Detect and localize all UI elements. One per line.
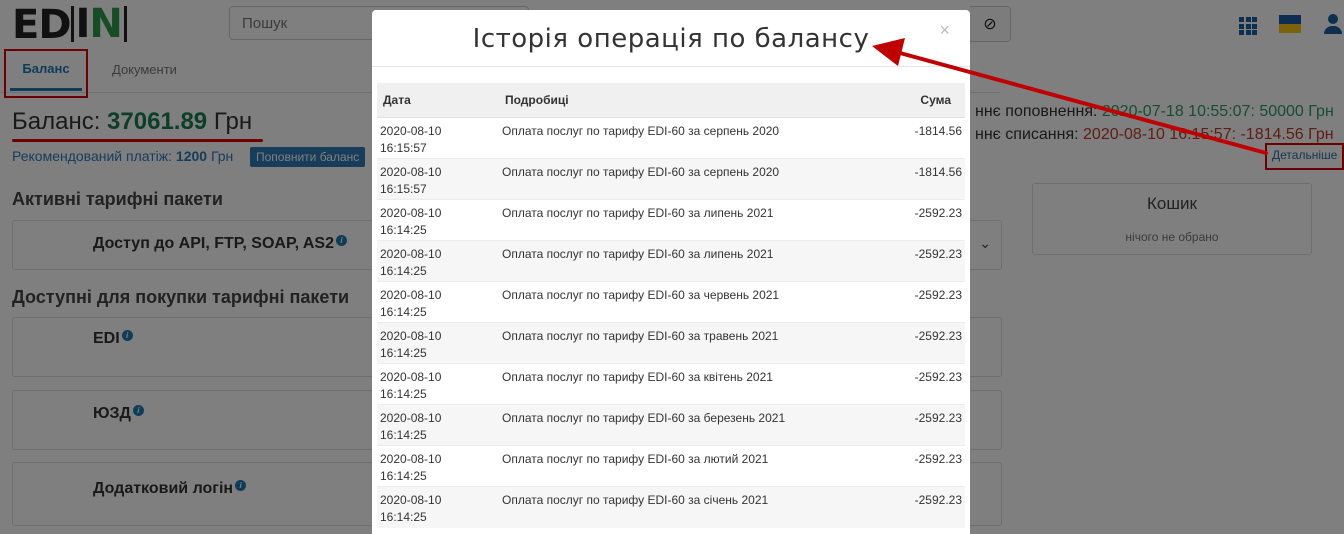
cell-sum: -1814.56 xyxy=(905,158,965,200)
cell-date-time: 16:15:57 xyxy=(380,141,427,155)
column-header-details: Подробиці xyxy=(499,83,905,118)
cell-date-day: 2020-08-10 xyxy=(380,370,442,384)
cell-date: 2020-08-10 16:14:25 xyxy=(377,199,499,241)
cell-sum: -1814.56 xyxy=(905,117,965,159)
column-header-sum: Сума xyxy=(905,83,965,118)
cell-date-time: 16:14:25 xyxy=(380,469,427,483)
cell-date-time: 16:14:25 xyxy=(380,346,427,360)
modal-title: Історія операція по балансу xyxy=(472,24,870,54)
cell-details: Оплата послуг по тарифу EDI-60 за червен… xyxy=(499,281,905,323)
cell-date: 2020-08-10 16:14:25 xyxy=(377,363,499,405)
balance-history-modal: Історія операція по балансу × Дата Подро… xyxy=(372,10,970,534)
cell-details: Оплата послуг по тарифу EDI-60 за березе… xyxy=(499,404,905,446)
cell-date: 2020-08-10 16:14:25 xyxy=(377,404,499,446)
cell-sum: -2592.23 xyxy=(905,404,965,446)
table-row: 2020-08-10 16:14:25 Оплата послуг по тариф… xyxy=(377,199,965,241)
table-row: 2020-08-10 16:14:25 Оплата послуг по тариф… xyxy=(377,240,965,282)
cell-date: 2020-08-10 16:15:57 xyxy=(377,158,499,200)
cell-details: Оплата послуг по тарифу EDI-60 за липень… xyxy=(499,240,905,282)
close-icon[interactable]: × xyxy=(939,20,950,41)
cell-date-day: 2020-08-10 xyxy=(380,247,442,261)
cell-details: Оплата послуг по тарифу EDI-60 за квітен… xyxy=(499,363,905,405)
cell-date-time: 16:14:25 xyxy=(380,264,427,278)
cell-date-day: 2020-08-10 xyxy=(380,329,442,343)
table-row: 2020-08-10 16:14:25 Оплата послуг по тариф… xyxy=(377,363,965,405)
table-row: 2020-08-10 16:15:57 Оплата послуг по тариф… xyxy=(377,117,965,159)
cell-date-day: 2020-08-10 xyxy=(380,206,442,220)
cell-date: 2020-08-10 16:15:57 xyxy=(377,117,499,159)
table-row: 2020-08-10 16:14:25 Оплата послуг по тариф… xyxy=(377,486,965,528)
cell-date-time: 16:14:25 xyxy=(380,305,427,319)
cell-date: 2020-08-10 16:14:25 xyxy=(377,486,499,528)
cell-date: 2020-08-10 16:14:25 xyxy=(377,240,499,282)
cell-date-day: 2020-08-10 xyxy=(380,124,442,138)
cell-date-time: 16:14:25 xyxy=(380,223,427,237)
cell-sum: -2592.23 xyxy=(905,445,965,487)
cell-sum: -2592.23 xyxy=(905,363,965,405)
cell-date-day: 2020-08-10 xyxy=(380,452,442,466)
cell-sum: -2592.23 xyxy=(905,322,965,364)
cell-date-day: 2020-08-10 xyxy=(380,165,442,179)
cell-details: Оплата послуг по тарифу EDI-60 за липень… xyxy=(499,199,905,241)
cell-date: 2020-08-10 16:14:25 xyxy=(377,322,499,364)
column-header-date: Дата xyxy=(377,83,499,118)
cell-details: Оплата послуг по тарифу EDI-60 за травен… xyxy=(499,322,905,364)
operations-table: Дата Подробиці Сума 2020-08-10 16:15:57 Оп… xyxy=(377,83,965,528)
table-header-row: Дата Подробиці Сума xyxy=(377,83,965,118)
cell-date-time: 16:14:25 xyxy=(380,428,427,442)
table-row: 2020-08-10 16:15:57 Оплата послуг по тариф… xyxy=(377,158,965,200)
cell-date-time: 16:14:25 xyxy=(380,510,427,524)
cell-date-day: 2020-08-10 xyxy=(380,411,442,425)
cell-date-day: 2020-08-10 xyxy=(380,493,442,507)
cell-date-time: 16:15:57 xyxy=(380,182,427,196)
cell-sum: -2592.23 xyxy=(905,486,965,528)
table-row: 2020-08-10 16:14:25 Оплата послуг по тариф… xyxy=(377,322,965,364)
table-row: 2020-08-10 16:14:25 Оплата послуг по тариф… xyxy=(377,404,965,446)
cell-details: Оплата послуг по тарифу EDI-60 за січень… xyxy=(499,486,905,528)
cell-date-time: 16:14:25 xyxy=(380,387,427,401)
cell-sum: -2592.23 xyxy=(905,199,965,241)
cell-sum: -2592.23 xyxy=(905,240,965,282)
cell-details: Оплата послуг по тарифу EDI-60 за серпен… xyxy=(499,158,905,200)
cell-date: 2020-08-10 16:14:25 xyxy=(377,281,499,323)
cell-sum: -2592.23 xyxy=(905,281,965,323)
table-row: 2020-08-10 16:14:25 Оплата послуг по тариф… xyxy=(377,445,965,487)
modal-divider xyxy=(372,66,970,67)
cell-date-day: 2020-08-10 xyxy=(380,288,442,302)
cell-details: Оплата послуг по тарифу EDI-60 за лютий … xyxy=(499,445,905,487)
cell-details: Оплата послуг по тарифу EDI-60 за серпен… xyxy=(499,117,905,159)
cell-date: 2020-08-10 16:14:25 xyxy=(377,445,499,487)
table-row: 2020-08-10 16:14:25 Оплата послуг по тариф… xyxy=(377,281,965,323)
